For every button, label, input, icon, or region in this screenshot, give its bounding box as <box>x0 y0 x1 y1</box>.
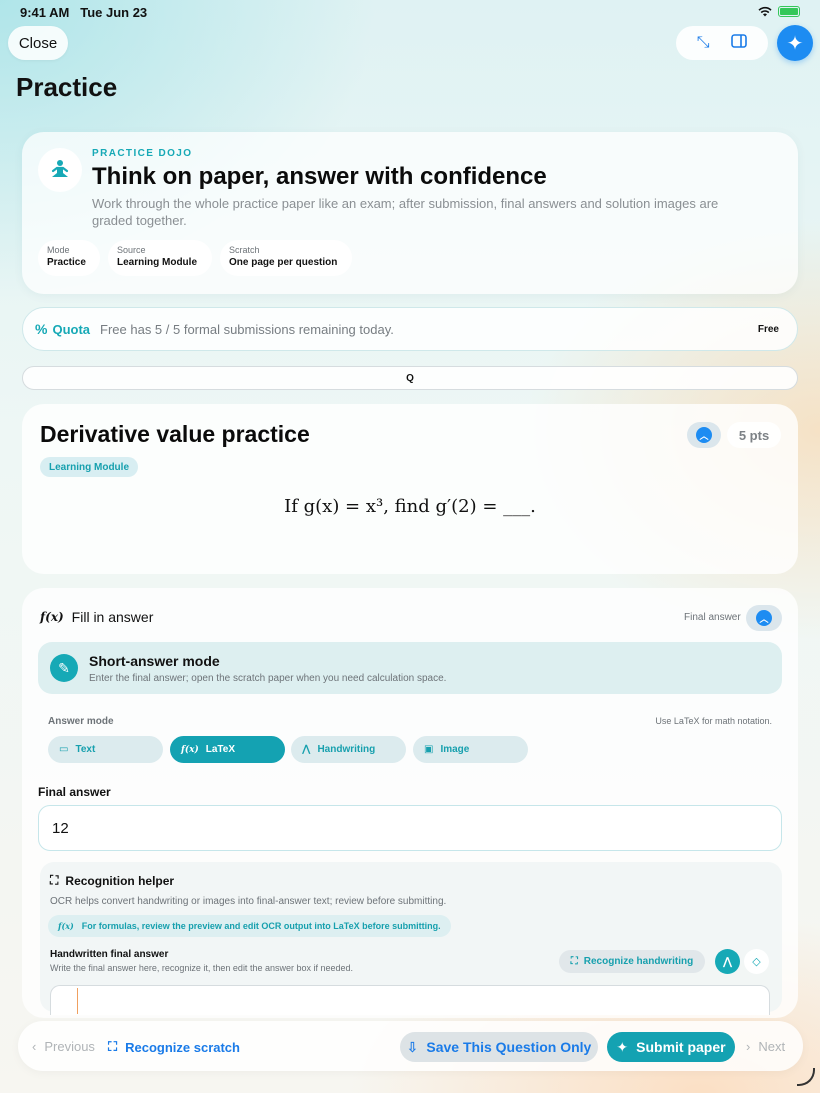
chevron-up-icon: ︿ <box>696 427 712 443</box>
question-points: 5 pts <box>727 422 781 448</box>
sparkle-icon: ✦ <box>786 32 804 55</box>
quota-label: Quota <box>52 321 91 337</box>
final-answer-title: Final answer <box>38 785 111 799</box>
handwritten-label: Handwritten final answer <box>50 949 169 960</box>
mode-latex-button[interactable]: f(x) LaTeX <box>170 736 285 763</box>
eraser-icon: ◇ <box>752 956 761 968</box>
tray-download-icon: ⇩ <box>406 1038 419 1055</box>
meta-mode: Mode Practice <box>38 240 100 276</box>
canvas-margin-line <box>77 988 78 1014</box>
recognition-description: OCR helps convert handwriting or images … <box>50 896 447 907</box>
pen-icon: ⋀ <box>722 956 733 968</box>
keyboard-pencil-icon: ✎ <box>50 654 78 682</box>
answer-collapse-button[interactable]: ︿ <box>746 605 782 631</box>
quota-text: Free has 5 / 5 formal submissions remain… <box>100 321 394 337</box>
expand-icon[interactable]: ⤡ <box>697 34 710 52</box>
image-icon: ▣ <box>424 744 434 755</box>
pen-tool-button[interactable]: ⋀ <box>715 949 740 974</box>
question-navigator[interactable]: Q <box>22 366 798 390</box>
source-tag: Learning Module <box>40 457 138 477</box>
quota-tier: Free <box>757 323 779 335</box>
recognize-handwriting-button[interactable]: ⛶ Recognize handwriting <box>559 950 705 973</box>
final-answer-label: Final answer <box>684 612 741 623</box>
percent-icon: % <box>35 321 48 337</box>
mode-text-button[interactable]: ▭ Text <box>48 736 163 763</box>
scan-icon: ⛶ <box>108 1039 118 1054</box>
question-title: Derivative value practice <box>40 421 310 447</box>
question-formula: If g(x) = x³, find g′(2) = ___. <box>284 496 536 517</box>
recognize-scratch-button[interactable]: ⛶ Recognize scratch <box>108 1039 240 1055</box>
submit-paper-button[interactable]: ✦ Submit paper <box>607 1032 735 1062</box>
mode-handwriting-button[interactable]: ⋀ Handwriting <box>291 736 406 763</box>
scan-icon: ⛶ <box>50 873 59 887</box>
save-question-button[interactable]: ⇩ Save This Question Only <box>400 1032 598 1062</box>
wifi-icon <box>758 6 772 17</box>
page-title: Practice <box>16 72 118 102</box>
view-controls: ⤡ <box>676 26 768 60</box>
mode-description: Enter the final answer; open the scratch… <box>89 673 447 684</box>
answer-mode-label: Answer mode <box>48 716 114 727</box>
battery-icon <box>778 6 800 17</box>
final-answer-input[interactable] <box>38 805 782 851</box>
scan-icon: ⛶ <box>570 956 578 967</box>
status-time: 9:41 AM Tue Jun 23 <box>20 5 148 20</box>
hero-title: Think on paper, answer with confidence <box>92 163 547 190</box>
hero-description: Work through the whole practice paper li… <box>92 196 719 228</box>
ai-sparkle-button[interactable]: ✦ <box>777 25 813 61</box>
quota-bar: % Quota Free has 5 / 5 formal submission… <box>22 307 798 351</box>
mode-image-button[interactable]: ▣ Image <box>413 736 528 763</box>
next-button[interactable]: › Next <box>746 1039 785 1054</box>
pen-icon: ⋀ <box>302 744 311 755</box>
mode-title: Short-answer mode <box>89 653 220 669</box>
meditation-icon <box>38 148 82 192</box>
formula-tip: f(x) For formulas, review the preview and… <box>48 915 451 937</box>
handwriting-canvas[interactable] <box>50 985 770 1015</box>
close-button[interactable]: Close <box>8 26 68 60</box>
hero-eyebrow: PRACTICE DOJO <box>92 148 193 159</box>
fill-answer-header: f(x) Fill in answer <box>40 609 154 625</box>
previous-button[interactable]: ‹ Previous <box>32 1039 95 1054</box>
answer-mode-hint: Use LaTeX for math notation. <box>655 716 772 726</box>
function-icon: f(x) <box>58 921 74 931</box>
handwritten-description: Write the final answer here, recognize i… <box>50 963 354 973</box>
keyboard-icon: ▭ <box>59 744 69 755</box>
meta-source: Source Learning Module <box>108 240 212 276</box>
sidebar-toggle-icon[interactable] <box>731 33 748 53</box>
chevron-right-icon: › <box>746 1039 751 1054</box>
question-collapse-button[interactable]: ︿ <box>687 422 721 448</box>
function-icon: f(x) <box>40 610 64 624</box>
chevron-left-icon: ‹ <box>32 1039 37 1054</box>
meta-scratch: Scratch One page per question <box>220 240 352 276</box>
chevron-up-icon: ︿ <box>756 610 772 626</box>
recognition-title: ⛶ Recognition helper <box>50 873 175 888</box>
status-icons <box>758 6 800 17</box>
sparkle-icon: ✦ <box>616 1038 629 1055</box>
eraser-tool-button[interactable]: ◇ <box>744 949 769 974</box>
resize-handle[interactable] <box>797 1068 815 1086</box>
function-icon: f(x) <box>181 744 199 755</box>
